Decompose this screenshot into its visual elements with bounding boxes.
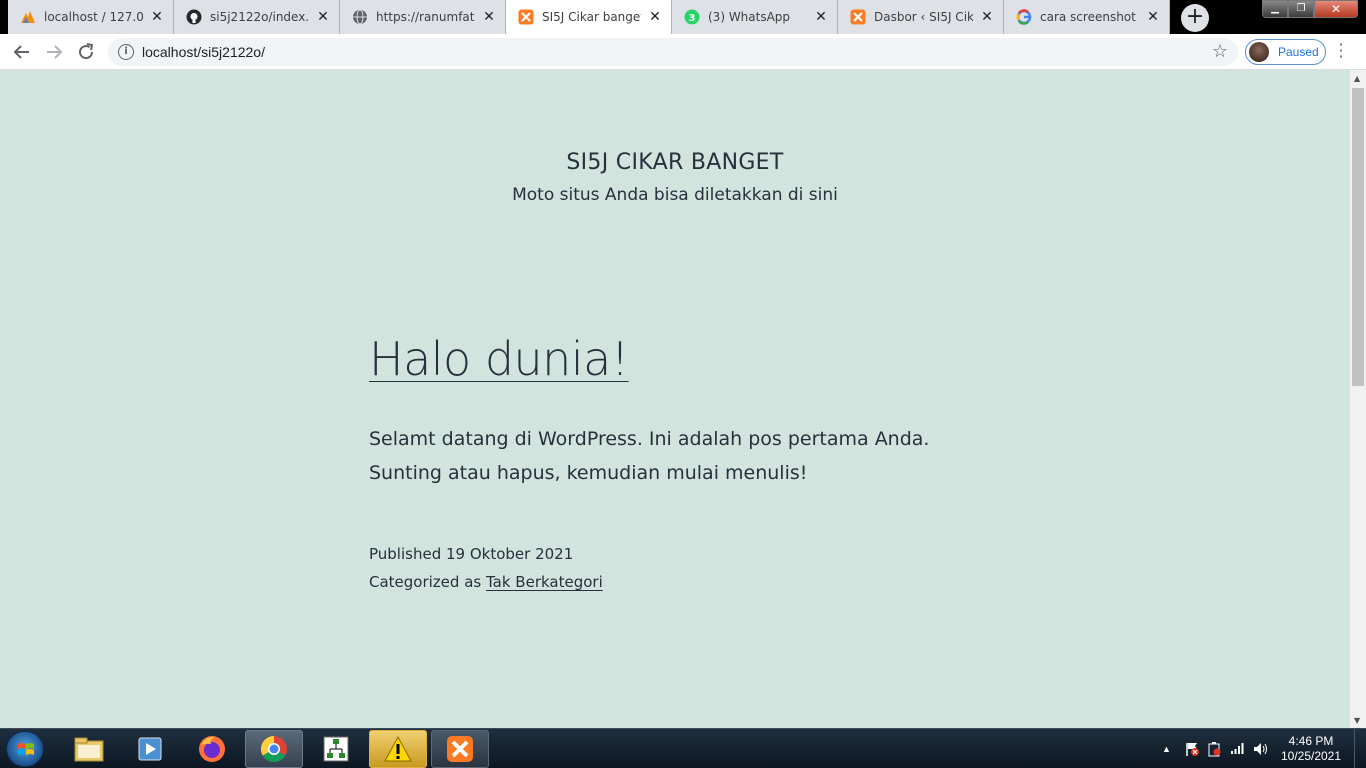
signal-icon[interactable] [1230, 741, 1246, 758]
profile-status: Paused [1278, 45, 1319, 59]
taskbar-file-explorer[interactable] [60, 730, 118, 768]
power-icon[interactable] [1207, 741, 1221, 760]
published-date: Published 19 Oktober 2021 [369, 545, 574, 563]
volume-icon[interactable] [1252, 741, 1268, 760]
warning-icon [384, 735, 412, 762]
firefox-icon [199, 736, 225, 762]
xampp-icon [518, 9, 534, 25]
clock[interactable]: 4:46 PM 10/25/2021 [1276, 734, 1346, 764]
close-icon[interactable]: ✕ [647, 9, 663, 25]
whatsapp-icon: 3 [684, 9, 700, 25]
tab-title: (3) WhatsApp [708, 10, 791, 24]
arrow-left-icon [13, 45, 29, 59]
maximize-button[interactable]: ❐ [1288, 0, 1314, 18]
tab-title: https://ranumfatwa [376, 10, 475, 24]
tab-si5j-cikar-banget[interactable]: SI5J Cikar banget – ✕ [506, 0, 672, 34]
arrow-right-icon [47, 45, 63, 59]
tab-title: SI5J Cikar banget – [542, 10, 641, 24]
scroll-down-icon[interactable]: ▼ [1354, 716, 1360, 725]
system-tray: ▲ 4:46 PM 10/25/2021 [1146, 729, 1366, 768]
close-icon[interactable]: ✕ [813, 9, 829, 25]
windows-logo-icon [18, 743, 34, 755]
tab-title: Dasbor ‹ SI5J Cikar [874, 10, 973, 24]
taskbar-xampp[interactable] [431, 730, 489, 768]
clock-time: 4:46 PM [1288, 734, 1334, 748]
close-icon[interactable]: ✕ [1145, 9, 1161, 25]
close-icon[interactable]: ✕ [979, 9, 995, 25]
network-icon [323, 736, 349, 762]
site-description: Moto situs Anda bisa diletakkan di sini [512, 185, 838, 205]
category-link[interactable]: Tak Berkategori [486, 573, 603, 591]
category-line: Categorized as Tak Berkategori [369, 568, 603, 596]
tab-dasbor[interactable]: Dasbor ‹ SI5J Cikar ✕ [838, 0, 1004, 34]
site-title[interactable]: SI5J CIKAR BANGET [0, 150, 1350, 175]
windows-taskbar: ▲ 4:46 PM 10/25/2021 [0, 728, 1366, 768]
info-icon[interactable]: i [118, 44, 134, 60]
media-player-icon [138, 737, 162, 761]
tab-whatsapp[interactable]: 3 (3) WhatsApp ✕ [672, 0, 838, 34]
taskbar-network[interactable] [307, 730, 365, 768]
tab-title: si5j2122o/index.html [210, 10, 309, 24]
taskbar-media-player[interactable] [121, 730, 179, 768]
action-center-flag-icon[interactable] [1184, 741, 1200, 760]
file-explorer-icon [74, 737, 104, 762]
close-window-button[interactable]: ✕ [1314, 0, 1358, 18]
forward-button[interactable] [42, 40, 66, 64]
browser-toolbar: i localhost/si5j2122o/ ☆ Paused · · · [0, 34, 1366, 70]
phpmyadmin-icon [20, 9, 36, 25]
start-button[interactable] [6, 731, 44, 767]
minimize-button[interactable]: ▁ [1262, 0, 1288, 18]
taskbar-warning-app[interactable] [369, 730, 427, 768]
bookmark-star-icon[interactable]: ☆ [1212, 41, 1228, 62]
taskbar-firefox[interactable] [183, 730, 241, 768]
menu-icon[interactable]: · · · [1336, 37, 1346, 65]
categorized-label: Categorized as [369, 573, 486, 591]
close-icon[interactable]: ✕ [481, 9, 497, 25]
post-meta: Published 19 Oktober 2021 Categorized as… [369, 540, 603, 596]
show-desktop-button[interactable] [1354, 729, 1366, 768]
page-content: SI5J CIKAR BANGET Moto situs Anda bisa d… [0, 70, 1350, 728]
address-bar[interactable]: i localhost/si5j2122o/ ☆ [108, 38, 1238, 66]
new-tab-button[interactable]: + [1181, 4, 1209, 32]
xampp-icon [447, 736, 473, 762]
tab-ranumfatwa[interactable]: https://ranumfatwa ✕ [340, 0, 506, 34]
reload-icon [79, 43, 94, 60]
xampp-icon [850, 9, 866, 25]
tab-list: localhost / 127.0.0.1 ✕ si5j2122o/index.… [8, 0, 1170, 34]
scroll-up-icon[interactable]: ▲ [1354, 74, 1360, 83]
globe-icon [352, 9, 368, 25]
vertical-scrollbar[interactable]: ▲ ▼ [1350, 70, 1366, 728]
reload-button[interactable] [74, 40, 98, 64]
taskbar-chrome[interactable] [245, 730, 303, 768]
back-button[interactable] [10, 40, 34, 64]
tab-phpmyadmin[interactable]: localhost / 127.0.0.1 ✕ [8, 0, 174, 34]
scrollbar-thumb[interactable] [1352, 88, 1364, 386]
google-icon [1016, 9, 1032, 25]
show-hidden-icons-icon[interactable]: ▲ [1162, 744, 1171, 754]
tab-title: localhost / 127.0.0.1 [44, 10, 143, 24]
address-url[interactable]: localhost/si5j2122o/ [142, 44, 265, 60]
tab-google-search[interactable]: cara screenshot di l ✕ [1004, 0, 1170, 34]
close-icon[interactable]: ✕ [315, 9, 331, 25]
profile-button[interactable]: Paused [1245, 39, 1326, 65]
tab-github[interactable]: si5j2122o/index.html ✕ [174, 0, 340, 34]
browser-tab-strip: localhost / 127.0.0.1 ✕ si5j2122o/index.… [0, 0, 1366, 34]
svg-text:3: 3 [689, 13, 696, 24]
window-controls: ▁ ❐ ✕ [1262, 0, 1358, 18]
post-title[interactable]: Halo dunia! [369, 332, 629, 386]
clock-date: 10/25/2021 [1280, 749, 1342, 763]
avatar [1249, 42, 1269, 62]
tab-title: cara screenshot di l [1040, 10, 1139, 24]
github-icon [186, 9, 202, 25]
close-icon[interactable]: ✕ [149, 9, 165, 25]
chrome-icon [260, 735, 287, 763]
post-body: Selamt datang di WordPress. Ini adalah p… [369, 428, 930, 484]
